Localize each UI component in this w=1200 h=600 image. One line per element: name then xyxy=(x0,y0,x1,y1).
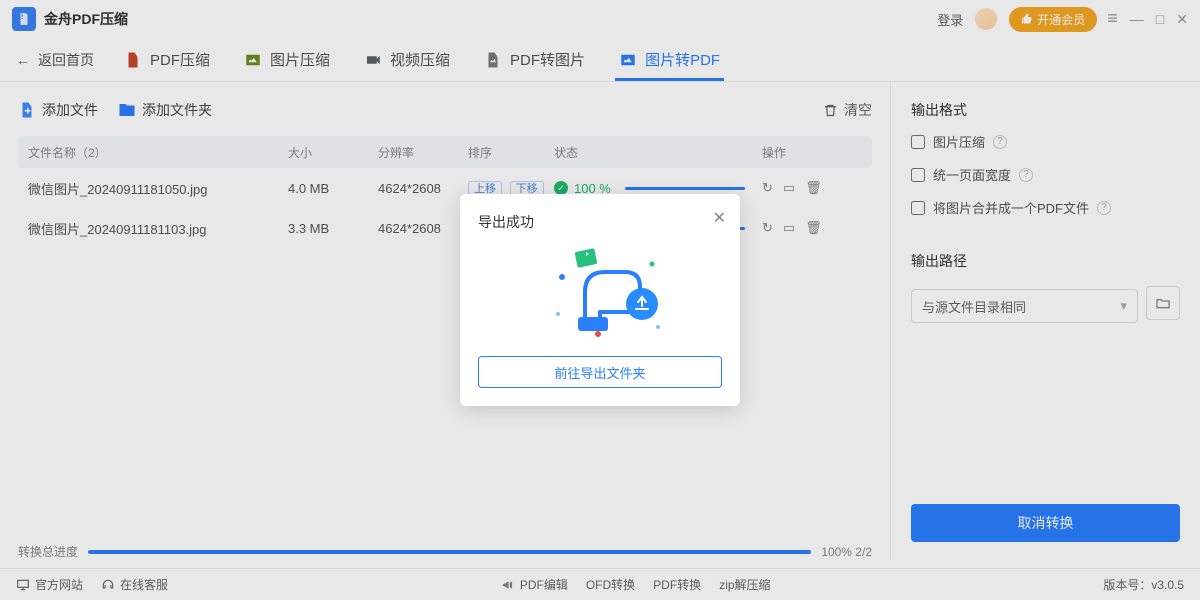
modal-overlay: 导出成功 ✕ 前往导出文件夹 xyxy=(0,0,1200,600)
success-illustration xyxy=(478,232,722,352)
export-success-modal: 导出成功 ✕ 前往导出文件夹 xyxy=(460,194,740,406)
modal-close-button[interactable]: ✕ xyxy=(713,208,726,228)
modal-title: 导出成功 xyxy=(478,212,722,232)
goto-folder-button[interactable]: 前往导出文件夹 xyxy=(478,356,722,388)
